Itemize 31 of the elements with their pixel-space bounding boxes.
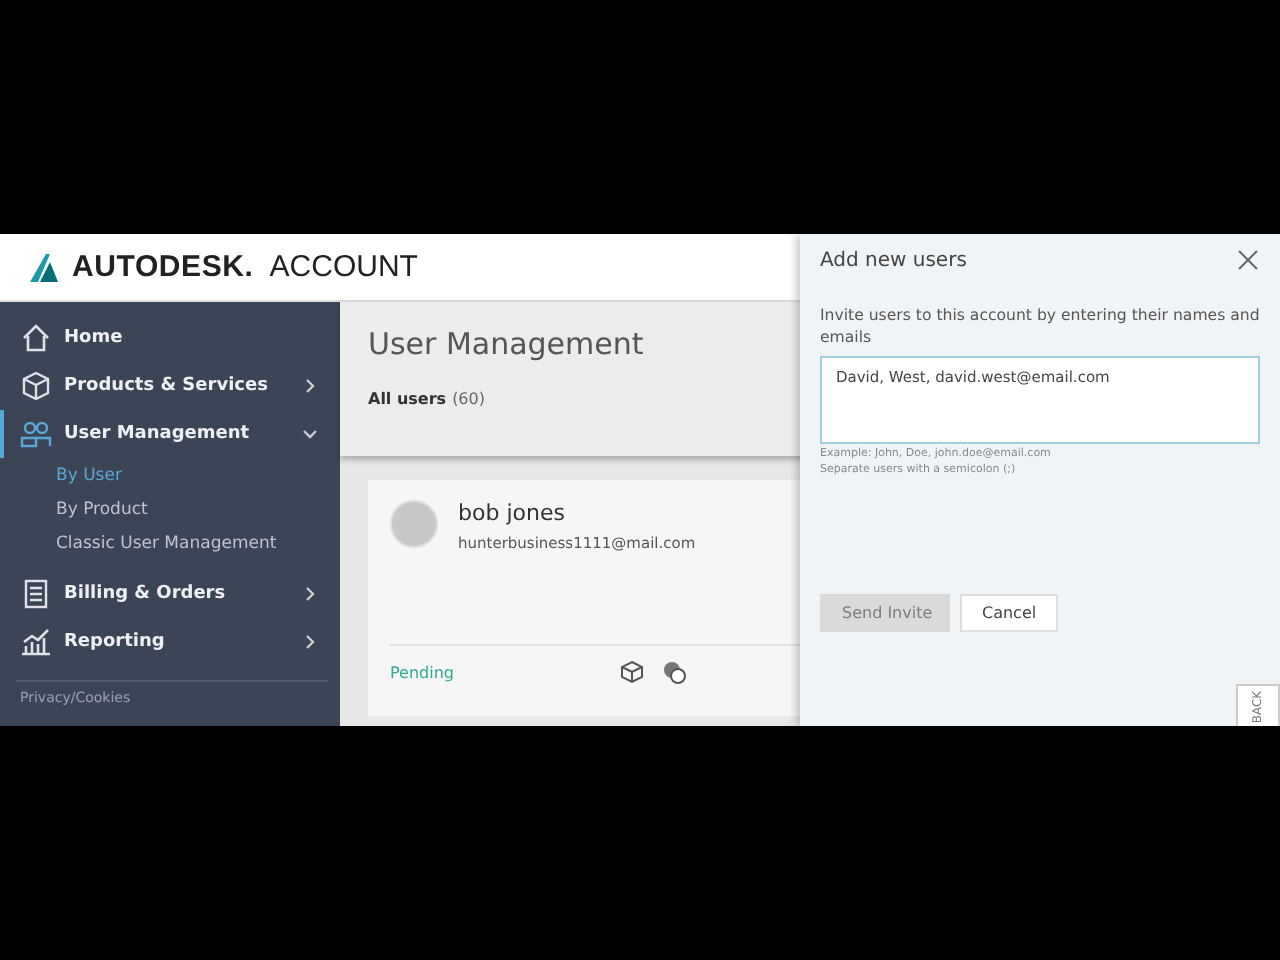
chevron-right-icon [300, 376, 320, 396]
close-button[interactable] [1236, 248, 1260, 272]
product-name: ACCOUNT [269, 250, 418, 284]
nav-icon [20, 626, 52, 658]
filter-label[interactable]: All users [368, 390, 447, 408]
avatar [390, 500, 438, 548]
user-count: (60) [452, 390, 485, 408]
chevron-right-icon [300, 632, 320, 652]
nav-subitem[interactable]: By Product [0, 494, 340, 528]
box-icon [620, 660, 644, 684]
user-name: bob jones [458, 500, 567, 526]
nav-item[interactable]: Billing & Orders [0, 570, 340, 618]
panel-title: Add new users [820, 249, 967, 271]
brand-name: AUTODESK. [72, 250, 254, 284]
stack-icon [662, 660, 686, 684]
status-label: Pending [390, 663, 454, 681]
nav-icon [20, 370, 52, 402]
nav-subitem[interactable]: Classic User Management [0, 528, 340, 562]
nav-icon [20, 322, 52, 354]
nav-item[interactable]: Reporting [0, 618, 340, 666]
nav-subitem[interactable]: By User [0, 460, 340, 494]
chevron-right-icon [300, 584, 320, 604]
nav-icon [20, 418, 52, 450]
nav-item[interactable]: Products & Services [0, 362, 340, 410]
page-title: User Management [368, 326, 644, 362]
close-icon [1238, 250, 1258, 270]
logo-icon [28, 251, 60, 283]
chevron-down-icon [300, 424, 320, 444]
nav-item[interactable]: Home [0, 314, 340, 362]
nav-icon [20, 578, 52, 610]
cancel-button[interactable]: Cancel [960, 594, 1059, 632]
